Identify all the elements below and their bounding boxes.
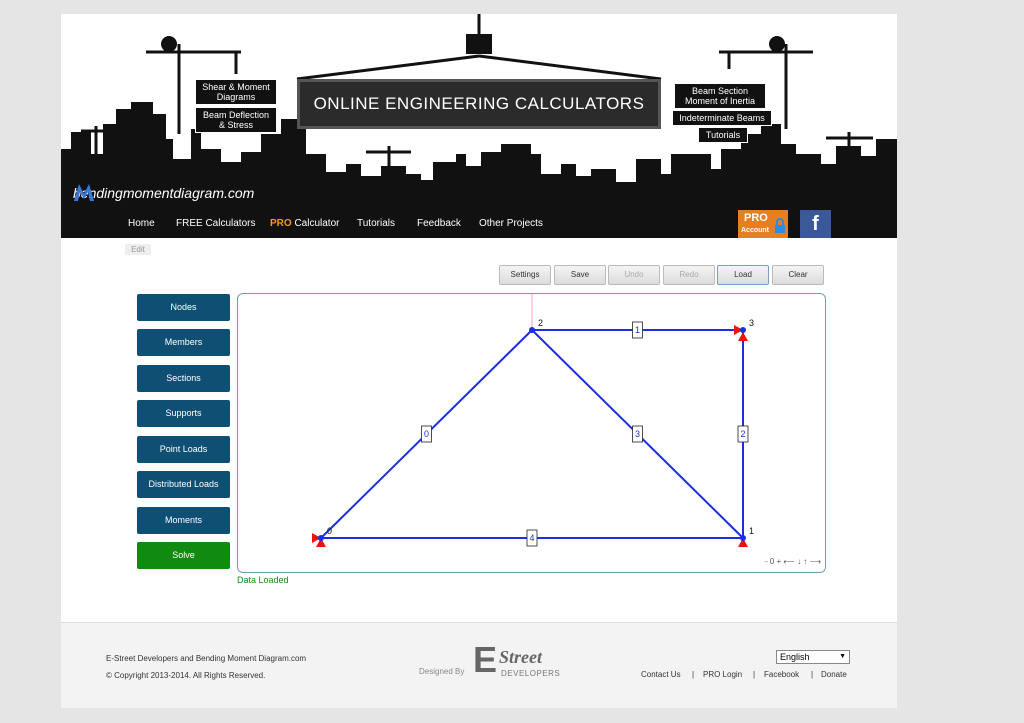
- sidebar-sections-button[interactable]: Sections: [137, 365, 230, 392]
- language-selected: English: [780, 652, 810, 662]
- redo-button[interactable]: Redo: [663, 265, 715, 285]
- footer-separator: |: [753, 670, 756, 679]
- logo-text: bendingmomentdiagram.com: [73, 185, 255, 201]
- lock-icon: [775, 218, 785, 233]
- node-label-3[interactable]: 3: [749, 318, 754, 328]
- facebook-button[interactable]: f: [800, 210, 831, 238]
- sign-tutorials[interactable]: Tutorials: [698, 127, 748, 143]
- node-label-0[interactable]: 0: [327, 526, 332, 536]
- footer-separator: |: [692, 670, 695, 679]
- footer-link-donate[interactable]: Donate: [821, 670, 847, 679]
- sidebar-point-loads-button[interactable]: Point Loads: [137, 436, 230, 463]
- logo-icon: [74, 184, 94, 201]
- header-banner: Shear & Moment Diagrams Beam Deflection …: [61, 14, 897, 209]
- footer-link-facebook[interactable]: Facebook: [764, 670, 799, 679]
- nav-other-projects[interactable]: Other Projects: [479, 209, 543, 238]
- main-title-sign: ONLINE ENGINEERING CALCULATORS: [297, 79, 661, 129]
- estreet-developers-logo[interactable]: E Street DEVELOPERS: [473, 639, 563, 681]
- chevron-down-icon: ▼: [839, 653, 846, 660]
- language-select[interactable]: English ▼: [776, 650, 850, 664]
- designed-by-label: Designed By: [419, 667, 465, 676]
- estreet-logo-sub: DEVELOPERS: [501, 669, 561, 678]
- page-title: ONLINE ENGINEERING CALCULATORS: [313, 94, 645, 113]
- clear-button[interactable]: Clear: [772, 265, 824, 285]
- edit-tag[interactable]: Edit: [125, 244, 151, 255]
- footer-link-contact[interactable]: Contact Us: [641, 670, 681, 679]
- member-label-0[interactable]: 0: [424, 429, 429, 439]
- sign-shear-moment[interactable]: Shear & Moment Diagrams: [195, 79, 277, 105]
- structure-canvas[interactable]: 0 1 2 3 4 0 1 2 3 - 0 + ⟵ ↓ ↑ ⟶: [237, 293, 826, 573]
- footer: E-Street Developers and Bending Moment D…: [61, 622, 897, 708]
- sign-indeterminate-beams[interactable]: Indeterminate Beams: [672, 110, 772, 126]
- pro-account-title: PRO: [744, 212, 768, 224]
- nav-tutorials[interactable]: Tutorials: [357, 209, 395, 238]
- node-label-1[interactable]: 1: [749, 526, 754, 536]
- site-logo[interactable]: bendingmomentdiagram.com: [73, 182, 254, 204]
- nav-free-calculators[interactable]: FREE Calculators: [176, 209, 255, 238]
- zoom-pan-controls[interactable]: - 0 + ⟵ ↓ ↑ ⟶: [765, 557, 821, 566]
- sidebar-distributed-loads-button[interactable]: Distributed Loads: [137, 471, 230, 498]
- member-label-3[interactable]: 3: [635, 429, 640, 439]
- sidebar-nodes-button[interactable]: Nodes: [137, 294, 230, 321]
- pro-account-button[interactable]: PRO Account: [738, 210, 788, 238]
- solve-button[interactable]: Solve: [137, 542, 230, 569]
- footer-separator: |: [811, 670, 814, 679]
- structure-model-drawing[interactable]: 0 1 2 3 4 0 1 2 3: [238, 294, 826, 573]
- nav-home[interactable]: Home: [128, 209, 155, 238]
- member-label-4[interactable]: 4: [529, 533, 534, 543]
- node-2[interactable]: [529, 327, 535, 333]
- nav-feedback[interactable]: Feedback: [417, 209, 461, 238]
- node-0[interactable]: [318, 535, 324, 541]
- pro-account-subtitle: Account: [741, 227, 769, 234]
- settings-button[interactable]: Settings: [499, 265, 551, 285]
- sidebar-members-button[interactable]: Members: [137, 329, 230, 356]
- nav-pro-label: PRO: [270, 218, 292, 229]
- sign-beam-section[interactable]: Beam Section Moment of Inertia: [674, 83, 766, 109]
- nav-calculator-label: Calculator: [294, 218, 340, 229]
- footer-company: E-Street Developers and Bending Moment D…: [106, 654, 307, 663]
- estreet-logo-e: E: [473, 639, 498, 680]
- status-message: Data Loaded: [237, 575, 289, 585]
- member-label-2[interactable]: 2: [740, 429, 745, 439]
- member-label-1[interactable]: 1: [635, 325, 640, 335]
- footer-copyright: © Copyright 2013-2014. All Rights Reserv…: [106, 671, 266, 680]
- node-1[interactable]: [740, 535, 746, 541]
- estreet-logo-script: Street: [499, 647, 542, 667]
- undo-button[interactable]: Undo: [608, 265, 660, 285]
- facebook-icon: f: [812, 213, 819, 235]
- sidebar-moments-button[interactable]: Moments: [137, 507, 230, 534]
- save-button[interactable]: Save: [554, 265, 606, 285]
- load-button[interactable]: Load: [717, 265, 769, 285]
- sign-beam-deflection[interactable]: Beam Deflection & Stress: [195, 107, 277, 133]
- sidebar-supports-button[interactable]: Supports: [137, 400, 230, 427]
- node-label-2[interactable]: 2: [538, 318, 543, 328]
- page: Shear & Moment Diagrams Beam Deflection …: [61, 14, 897, 708]
- node-3[interactable]: [740, 327, 746, 333]
- footer-link-pro-login[interactable]: PRO Login: [703, 670, 742, 679]
- support-node-3[interactable]: [738, 332, 748, 341]
- nav-pro-calculator[interactable]: PRO Calculator: [270, 209, 339, 238]
